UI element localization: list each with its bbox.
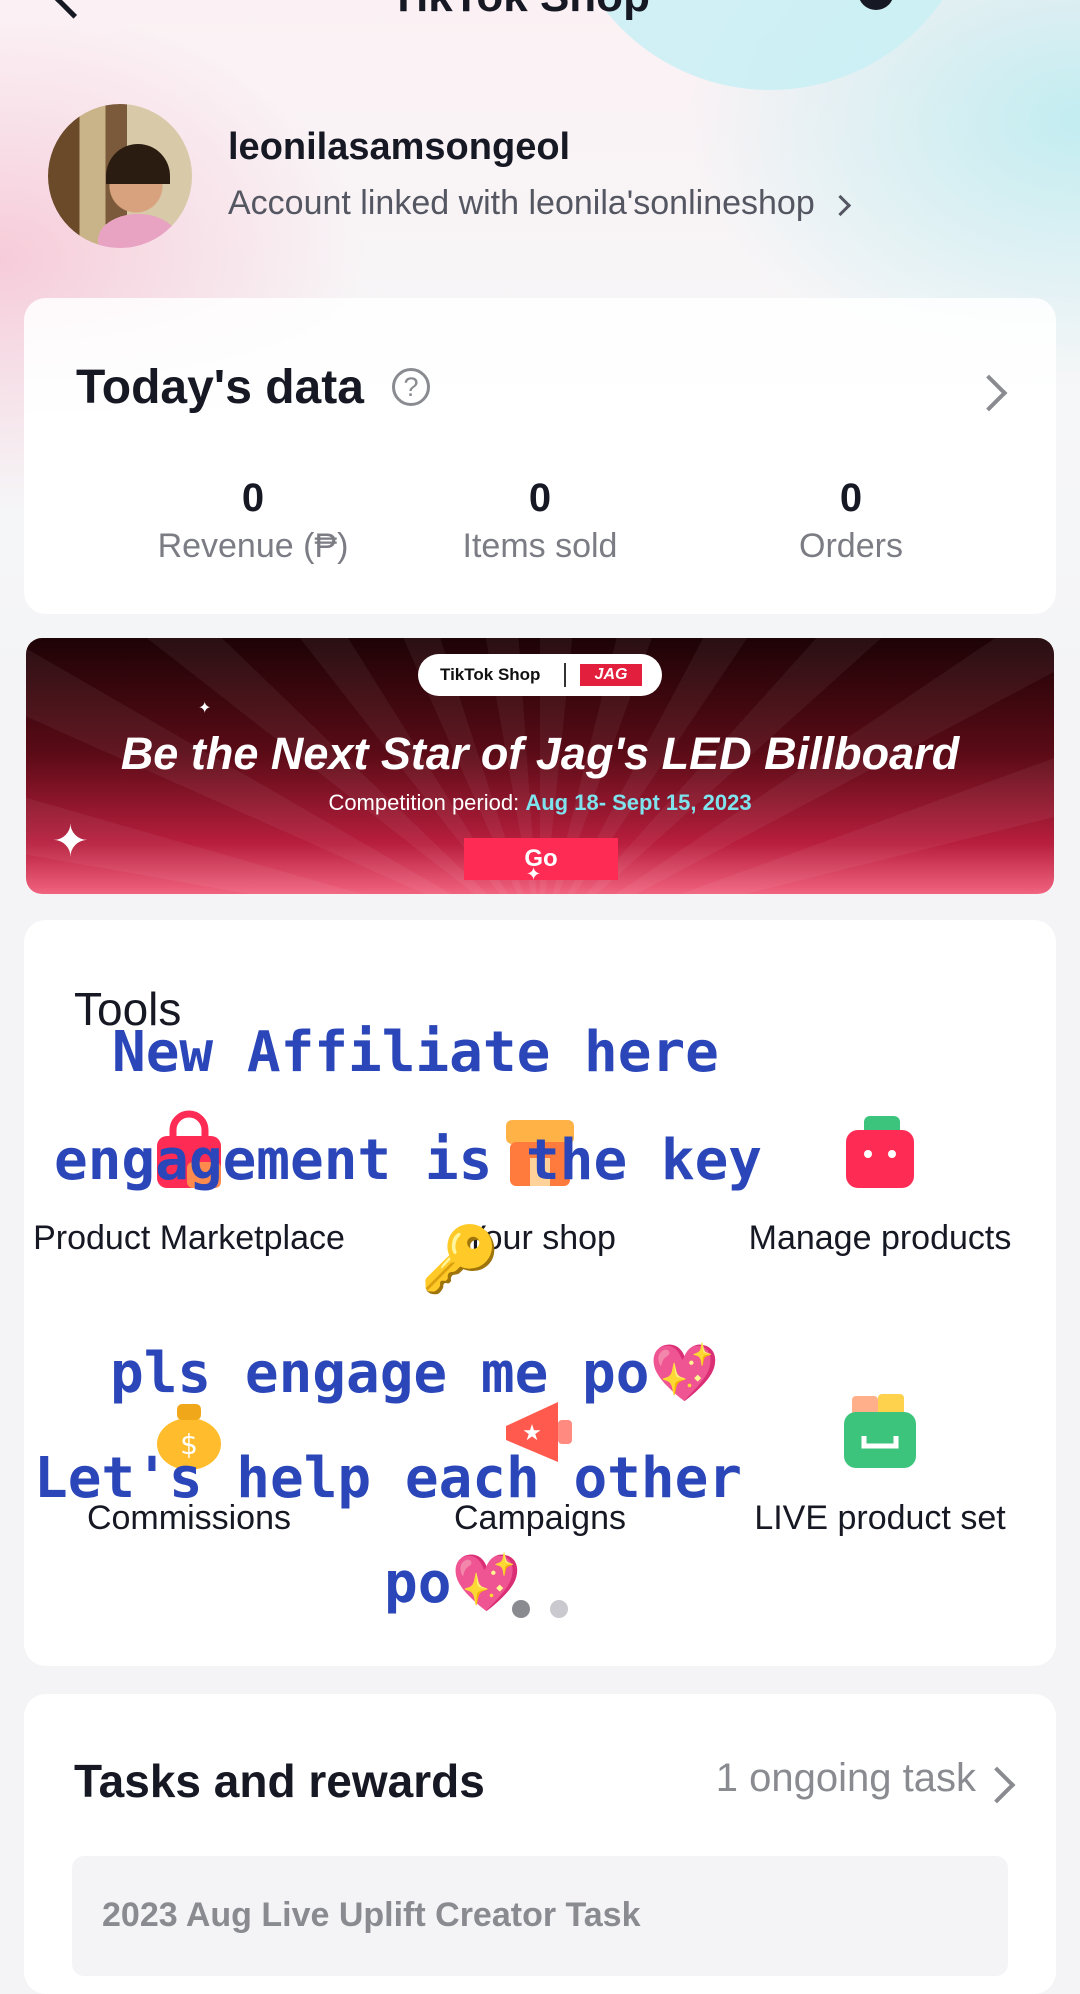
sparkle-icon: ✦ <box>52 817 89 866</box>
username: leonilasamsongeol <box>228 126 571 168</box>
chevron-right-icon <box>829 194 851 216</box>
tasks-title: Tasks and rewards <box>74 1755 485 1807</box>
top-bar: TikTok Shop <box>0 0 1080 22</box>
heart-icon: 💖 <box>451 1551 522 1616</box>
box-icon <box>838 1110 922 1194</box>
stat-value: 0 <box>839 476 863 520</box>
tool-label: Product Marketplace <box>33 1219 345 1257</box>
sparkle-icon: ✦ <box>198 700 212 717</box>
chevron-right-icon[interactable] <box>978 1766 1016 1804</box>
stat-items-sold: 0 Items sold <box>385 476 695 566</box>
overlay-text-line5: po💖 <box>384 1550 521 1616</box>
jag-logo: JAG <box>580 664 642 686</box>
overlay-text-line2: engagement is the key <box>54 1128 763 1193</box>
period-label: Competition period: <box>328 790 520 815</box>
stat-label: Revenue (₱) <box>157 527 349 565</box>
sparkle-icon: ✦ <box>526 864 542 884</box>
stat-value: 0 <box>528 476 552 520</box>
overlay-text-line3: pls engage me po💖 <box>110 1340 719 1406</box>
banner-period: Competition period: Aug 18- Sept 15, 202… <box>26 790 1054 816</box>
overlay-text-line1: New Affiliate here <box>112 1020 719 1085</box>
stat-label: Items sold <box>462 527 618 565</box>
overlay-text-line4: Let's help each other <box>34 1446 743 1511</box>
avatar[interactable] <box>48 104 192 248</box>
page-title: TikTok Shop <box>390 0 650 22</box>
tools-pagination[interactable] <box>24 1600 1056 1623</box>
overlay-text-line3-label: pls engage me po <box>110 1341 650 1406</box>
page-dot[interactable] <box>550 1600 568 1618</box>
task-title: 2023 Aug Live Uplift Creator Task <box>102 1896 641 1934</box>
todays-data-card[interactable]: Today's data ? 0 Revenue (₱) 0 Items sol… <box>24 298 1056 614</box>
overlay-text-line5-label: po <box>384 1551 452 1616</box>
tool-live-product-set[interactable]: LIVE product set <box>715 1390 1045 1542</box>
banner-title: Be the Next Star of Jag's LED Billboard <box>120 728 960 779</box>
tiktok-shop-logo: TikTok Shop <box>440 665 541 684</box>
banner-brand-pill: TikTok Shop JAG <box>418 654 662 696</box>
period-dates: Aug 18- Sept 15, 2023 <box>525 790 752 815</box>
notification-icon[interactable] <box>858 0 894 10</box>
stat-label: Orders <box>799 527 903 565</box>
chevron-right-icon[interactable] <box>970 374 1008 412</box>
linked-account[interactable]: Account linked with leonila'sonlineshop <box>228 184 851 223</box>
linked-account-text: Account linked with leonila'sonlineshop <box>228 184 815 222</box>
stat-orders: 0 Orders <box>696 476 1006 566</box>
svg-text:★: ★ <box>522 1421 542 1446</box>
task-item[interactable]: 2023 Aug Live Uplift Creator Task <box>72 1856 1008 1976</box>
todays-data-title: Today's data <box>76 361 364 414</box>
back-icon[interactable] <box>54 0 93 19</box>
tool-manage-products[interactable]: Manage products <box>715 1110 1045 1262</box>
tool-label: LIVE product set <box>754 1499 1006 1537</box>
key-icon: 🔑 <box>420 1223 500 1297</box>
help-icon[interactable]: ? <box>392 368 430 406</box>
stat-revenue: 0 Revenue (₱) <box>98 476 408 566</box>
promo-banner[interactable]: TikTok Shop JAG Be the Next Star of Jag'… <box>26 638 1054 894</box>
cart-icon <box>838 1390 922 1474</box>
tasks-card[interactable]: Tasks and rewards 1 ongoing task 2023 Au… <box>24 1694 1056 1994</box>
tool-label: Manage products <box>748 1219 1012 1257</box>
stat-value: 0 <box>241 476 265 520</box>
heart-icon: 💖 <box>649 1341 720 1406</box>
ongoing-tasks-link[interactable]: 1 ongoing task <box>716 1756 976 1801</box>
